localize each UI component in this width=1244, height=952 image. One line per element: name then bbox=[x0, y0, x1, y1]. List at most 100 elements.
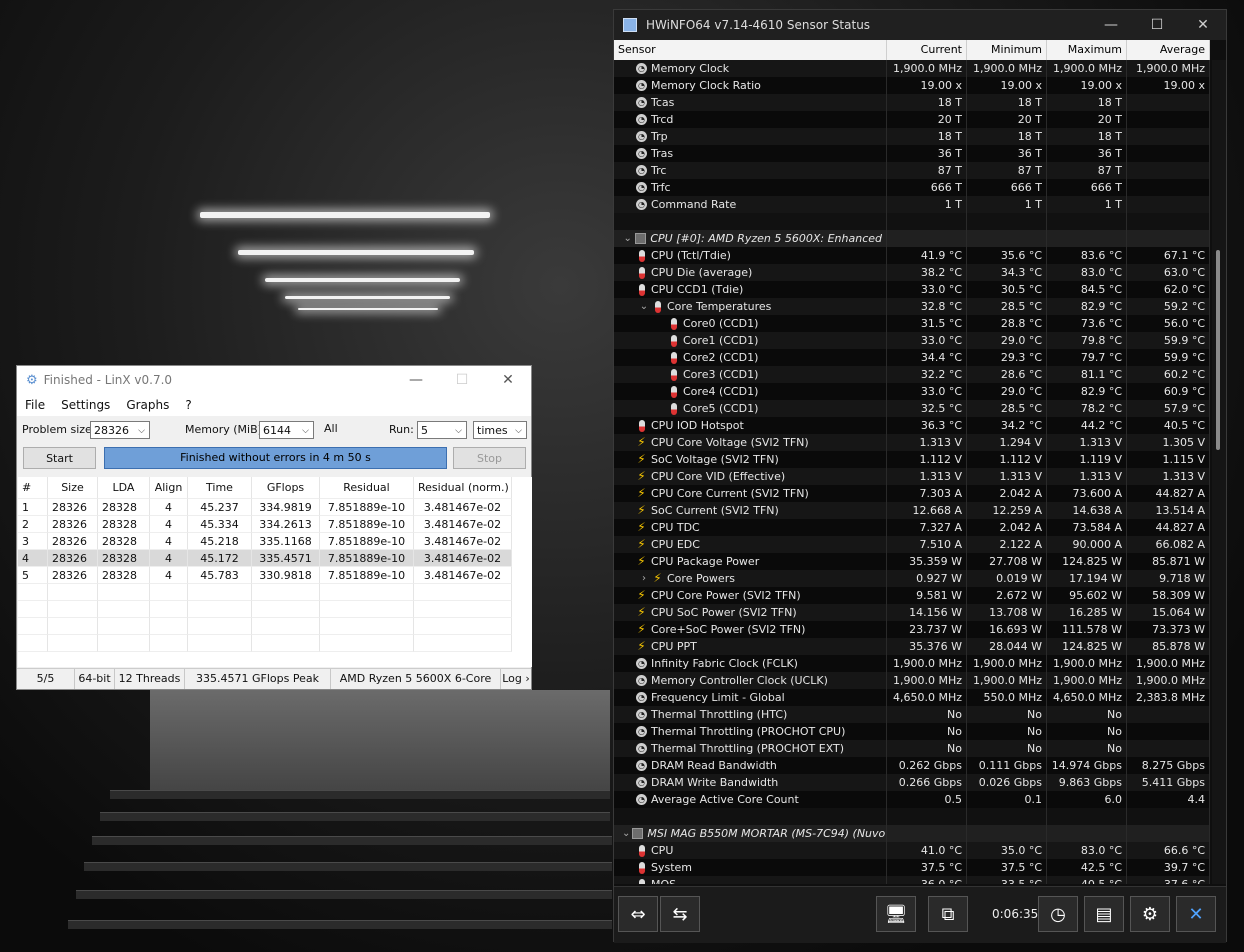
sensor-row[interactable]: CPU (Tctl/Tdie) 41.9 °C 35.6 °C 83.6 °C 67.1… bbox=[614, 247, 1210, 264]
results-column-header[interactable]: Size bbox=[48, 477, 98, 499]
sensor-group-row[interactable]: ⌄ MSI MAG B550M MORTAR (MS-7C94) (Nuvot..… bbox=[614, 825, 1210, 842]
sensor-scrollbar[interactable] bbox=[1212, 60, 1226, 884]
hwinfo-titlebar[interactable]: HWiNFO64 v7.14-4610 Sensor Status — ☐ ✕ bbox=[614, 10, 1226, 40]
maximize-icon[interactable]: ☐ bbox=[1134, 10, 1180, 40]
chevron-down-icon[interactable]: ⌄ bbox=[622, 825, 630, 842]
sensor-row[interactable]: CPU CCD1 (Tdie) 33.0 °C 30.5 °C 84.5 °C 62.0… bbox=[614, 281, 1210, 298]
chevron-down-icon[interactable]: ⌄ bbox=[622, 230, 633, 247]
sensor-table-body[interactable]: ◔ Memory Clock 1,900.0 MHz 1,900.0 MHz 1,900… bbox=[614, 60, 1210, 884]
monitor-icon[interactable]: 🖥 bbox=[876, 896, 916, 932]
sensor-row[interactable]: ⚡ CPU Core Voltage (SVI2 TFN) 1.313 V 1.294… bbox=[614, 434, 1210, 451]
sensor-row[interactable]: ◔ Memory Controller Clock (UCLK) 1,900.0 M… bbox=[614, 672, 1210, 689]
sensor-row[interactable]: ◔ Tras 36 T 36 T 36 T bbox=[614, 145, 1210, 162]
sensor-row[interactable]: ⚡ CPU PPT 35.376 W 28.044 W 124.825 W 85.878 … bbox=[614, 638, 1210, 655]
sensor-row[interactable]: ◔ Command Rate 1 T1 T1 T bbox=[614, 196, 1210, 213]
clock-icon[interactable]: ◷ bbox=[1038, 896, 1078, 932]
sensor-row[interactable]: Core0 (CCD1) 31.5 °C 28.8 °C 73.6 °C 56.0 °C bbox=[614, 315, 1210, 332]
sensor-row[interactable]: Core3 (CCD1) 32.2 °C 28.6 °C 81.1 °C 60.2 °C bbox=[614, 366, 1210, 383]
column-header-minimum[interactable]: Minimum bbox=[967, 40, 1047, 60]
close-icon[interactable]: ✕ bbox=[1180, 10, 1226, 40]
close-x-icon[interactable]: ✕ bbox=[1176, 896, 1216, 932]
sensor-row[interactable]: ◔ DRAM Write Bandwidth 0.266 Gbps 0.026 Gbp… bbox=[614, 774, 1210, 791]
sensor-row[interactable]: ◔ Thermal Throttling (PROCHOT CPU) No No No bbox=[614, 723, 1210, 740]
close-icon[interactable]: ✕ bbox=[485, 366, 531, 394]
sensor-row[interactable]: ⚡ CPU Core VID (Effective) 1.313 V 1.313 V1… bbox=[614, 468, 1210, 485]
minimize-icon[interactable]: — bbox=[393, 366, 439, 394]
sensor-row[interactable]: ◔ Trc 87 T 87 T 87 T bbox=[614, 162, 1210, 179]
results-column-header[interactable]: GFlops bbox=[252, 477, 320, 499]
sensor-row[interactable]: ◔ Average Active Core Count 0.5 0.1 6.0 4.4 bbox=[614, 791, 1210, 808]
column-header-current[interactable]: Current bbox=[887, 40, 967, 60]
sensor-row[interactable]: ◔ Tcas 18 T 18 T 18 T bbox=[614, 94, 1210, 111]
sensor-row[interactable]: ⚡ Core+SoC Power (SVI2 TFN) 23.737 W 16.693… bbox=[614, 621, 1210, 638]
sensor-row[interactable]: ◔ Thermal Throttling (PROCHOT EXT) No No No bbox=[614, 740, 1210, 757]
sensor-row[interactable]: System 37.5 °C 37.5 °C 42.5 °C 39.7 °C bbox=[614, 859, 1210, 876]
sensor-row[interactable]: ⚡ CPU Package Power 35.359 W 27.708 W 124.82… bbox=[614, 553, 1210, 570]
settings-gear-icon[interactable]: ⚙ bbox=[1130, 896, 1170, 932]
results-row[interactable]: 1 28326 28328 4 45.237 334.9819 7.851889e-10 3.… bbox=[18, 499, 532, 516]
sensor-row[interactable]: ⚡ CPU Core Power (SVI2 TFN) 9.581 W 2.672 W… bbox=[614, 587, 1210, 604]
memory-select[interactable]: 6144 ⌵ bbox=[259, 421, 314, 439]
problem-size-select[interactable]: 28326 ⌵ bbox=[90, 421, 150, 439]
results-cell: 3.481467e-02 bbox=[414, 516, 512, 533]
results-row[interactable]: 3 28326 28328 4 45.218 335.1168 7.851889e-10 3.… bbox=[18, 533, 532, 550]
results-column-header[interactable]: Residual (norm.) bbox=[414, 477, 512, 499]
results-column-header[interactable]: LDA bbox=[98, 477, 150, 499]
sensor-row[interactable]: ◔ Thermal Throttling (HTC) No No No bbox=[614, 706, 1210, 723]
results-column-header[interactable]: # bbox=[18, 477, 48, 499]
sensor-row[interactable]: ⌄ Core Temperatures 32.8 °C 28.5 °C 82.9 °C 5… bbox=[614, 298, 1210, 315]
sensor-row[interactable]: ◔ Trfc 666 T 666 T 666 T bbox=[614, 179, 1210, 196]
results-column-header[interactable]: Align bbox=[150, 477, 188, 499]
sensor-row[interactable]: MOS 36.0 °C33.5 °C40.5 °C37.6 °C bbox=[614, 876, 1210, 884]
chevron-down-icon[interactable]: ⌄ bbox=[638, 298, 650, 315]
run-count-select[interactable]: 5 ⌵ bbox=[417, 421, 467, 439]
sensor-row[interactable]: ◔ Trp 18 T 18 T 18 T bbox=[614, 128, 1210, 145]
collapse-arrows-icon[interactable]: ⇆ bbox=[660, 896, 700, 932]
column-header-average[interactable]: Average bbox=[1127, 40, 1210, 60]
sensor-row[interactable]: ◔ DRAM Read Bandwidth 0.262 Gbps 0.111 Gbps… bbox=[614, 757, 1210, 774]
scrollbar-thumb[interactable] bbox=[1216, 250, 1220, 450]
memory-all-option[interactable]: All bbox=[324, 419, 338, 439]
sensor-row[interactable]: Core4 (CCD1) 33.0 °C 29.0 °C 82.9 °C 60.9 °C bbox=[614, 383, 1210, 400]
results-column-header[interactable]: Time bbox=[188, 477, 252, 499]
sensor-row[interactable]: ⚡ CPU EDC 7.510 A 2.122 A 90.000 A 66.082 A bbox=[614, 536, 1210, 553]
sensor-row[interactable]: CPU Die (average) 38.2 °C 34.3 °C 83.0 °C 63… bbox=[614, 264, 1210, 281]
log-button[interactable]: Log › bbox=[501, 669, 531, 689]
results-row[interactable]: 2 28326 28328 4 45.334 334.2613 7.851889e-10 3.… bbox=[18, 516, 532, 533]
menu-help[interactable]: ? bbox=[177, 394, 199, 416]
chevron-right-icon[interactable]: › bbox=[638, 570, 650, 587]
sensor-row[interactable]: ◔ Trcd 20 T 20 T 20 T bbox=[614, 111, 1210, 128]
sensor-row[interactable]: CPU IOD Hotspot 36.3 °C 34.2 °C 44.2 °C 40.5… bbox=[614, 417, 1210, 434]
start-button[interactable]: Start bbox=[23, 447, 96, 469]
results-row[interactable]: 5 28326 28328 4 45.783 330.9818 7.851889e-10 3.… bbox=[18, 567, 532, 584]
menu-settings[interactable]: Settings bbox=[53, 394, 118, 416]
sensor-row[interactable]: ◔ Memory Clock 1,900.0 MHz 1,900.0 MHz 1,900… bbox=[614, 60, 1210, 77]
minimize-icon[interactable]: — bbox=[1088, 10, 1134, 40]
sensor-row[interactable]: ⚡ SoC Current (SVI2 TFN) 12.668 A 12.259 A1… bbox=[614, 502, 1210, 519]
sensor-row[interactable]: Core1 (CCD1) 33.0 °C 29.0 °C 79.8 °C 59.9 °C bbox=[614, 332, 1210, 349]
sensor-row[interactable]: ◔ Frequency Limit - Global 4,650.0 MHz 550.… bbox=[614, 689, 1210, 706]
sensor-row[interactable]: Core2 (CCD1) 34.4 °C 29.3 °C 79.7 °C 59.9 °C bbox=[614, 349, 1210, 366]
run-unit-select[interactable]: times ⌵ bbox=[473, 421, 527, 439]
sensor-row[interactable]: ⚡ CPU Core Current (SVI2 TFN) 7.303 A 2.042… bbox=[614, 485, 1210, 502]
network-icon[interactable]: ⧉ bbox=[928, 896, 968, 932]
column-header-sensor[interactable]: Sensor bbox=[614, 40, 887, 60]
column-header-maximum[interactable]: Maximum bbox=[1047, 40, 1127, 60]
menu-file[interactable]: File bbox=[17, 394, 53, 416]
sensor-row[interactable]: ◔ Memory Clock Ratio 19.00 x 19.00 x 19.00 x… bbox=[614, 77, 1210, 94]
sensor-row[interactable]: › ⚡ Core Powers 0.927 W 0.019 W 17.194 W 9.718… bbox=[614, 570, 1210, 587]
menu-graphs[interactable]: Graphs bbox=[118, 394, 177, 416]
sensor-row[interactable]: CPU 41.0 °C 35.0 °C 83.0 °C 66.6 °C bbox=[614, 842, 1210, 859]
report-icon[interactable]: ▤ bbox=[1084, 896, 1124, 932]
sensor-row[interactable]: ⚡ SoC Voltage (SVI2 TFN) 1.112 V 1.112 V 1.1… bbox=[614, 451, 1210, 468]
linx-titlebar[interactable]: ⚙ Finished - LinX v0.7.0 — ☐ ✕ bbox=[17, 366, 531, 394]
sensor-row[interactable]: Core5 (CCD1) 32.5 °C 28.5 °C 78.2 °C 57.9 °C bbox=[614, 400, 1210, 417]
expand-arrows-icon[interactable]: ⇔ bbox=[618, 896, 658, 932]
sensor-group-row[interactable]: ⌄ CPU [#0]: AMD Ryzen 5 5600X: Enhanced bbox=[614, 230, 1210, 247]
results-column-header[interactable]: Residual bbox=[320, 477, 414, 499]
sensor-row[interactable]: ⚡ CPU SoC Power (SVI2 TFN) 14.156 W 13.708 … bbox=[614, 604, 1210, 621]
results-row[interactable]: 4 28326 28328 4 45.172 335.4571 7.851889e-10 3.… bbox=[18, 550, 532, 567]
sensor-row[interactable]: ⚡ CPU TDC 7.327 A 2.042 A 73.584 A 44.827 A bbox=[614, 519, 1210, 536]
sensor-row[interactable]: ◔ Infinity Fabric Clock (FCLK) 1,900.0 MHz… bbox=[614, 655, 1210, 672]
average-value-cell bbox=[1127, 706, 1210, 723]
